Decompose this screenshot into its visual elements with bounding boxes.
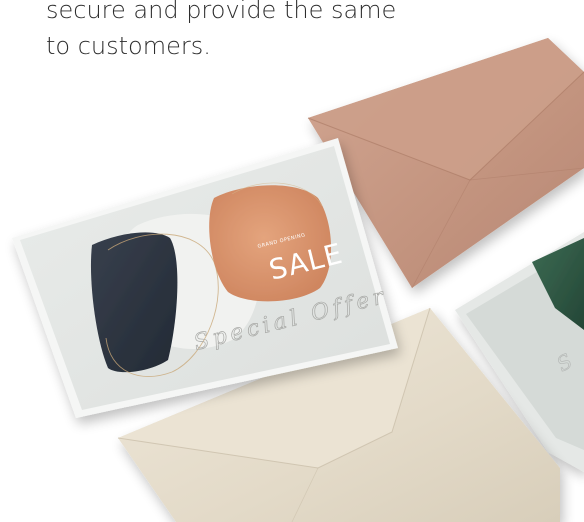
- product-showcase: secure and provide the same to customers…: [0, 0, 584, 522]
- intro-line-2: to customers.: [46, 32, 211, 60]
- stationery-photo: S GRAND OPENING SALE Special Offer: [12, 38, 584, 522]
- intro-paragraph: secure and provide the same to customers…: [46, 0, 426, 64]
- intro-line-1: secure and provide the same: [46, 0, 397, 24]
